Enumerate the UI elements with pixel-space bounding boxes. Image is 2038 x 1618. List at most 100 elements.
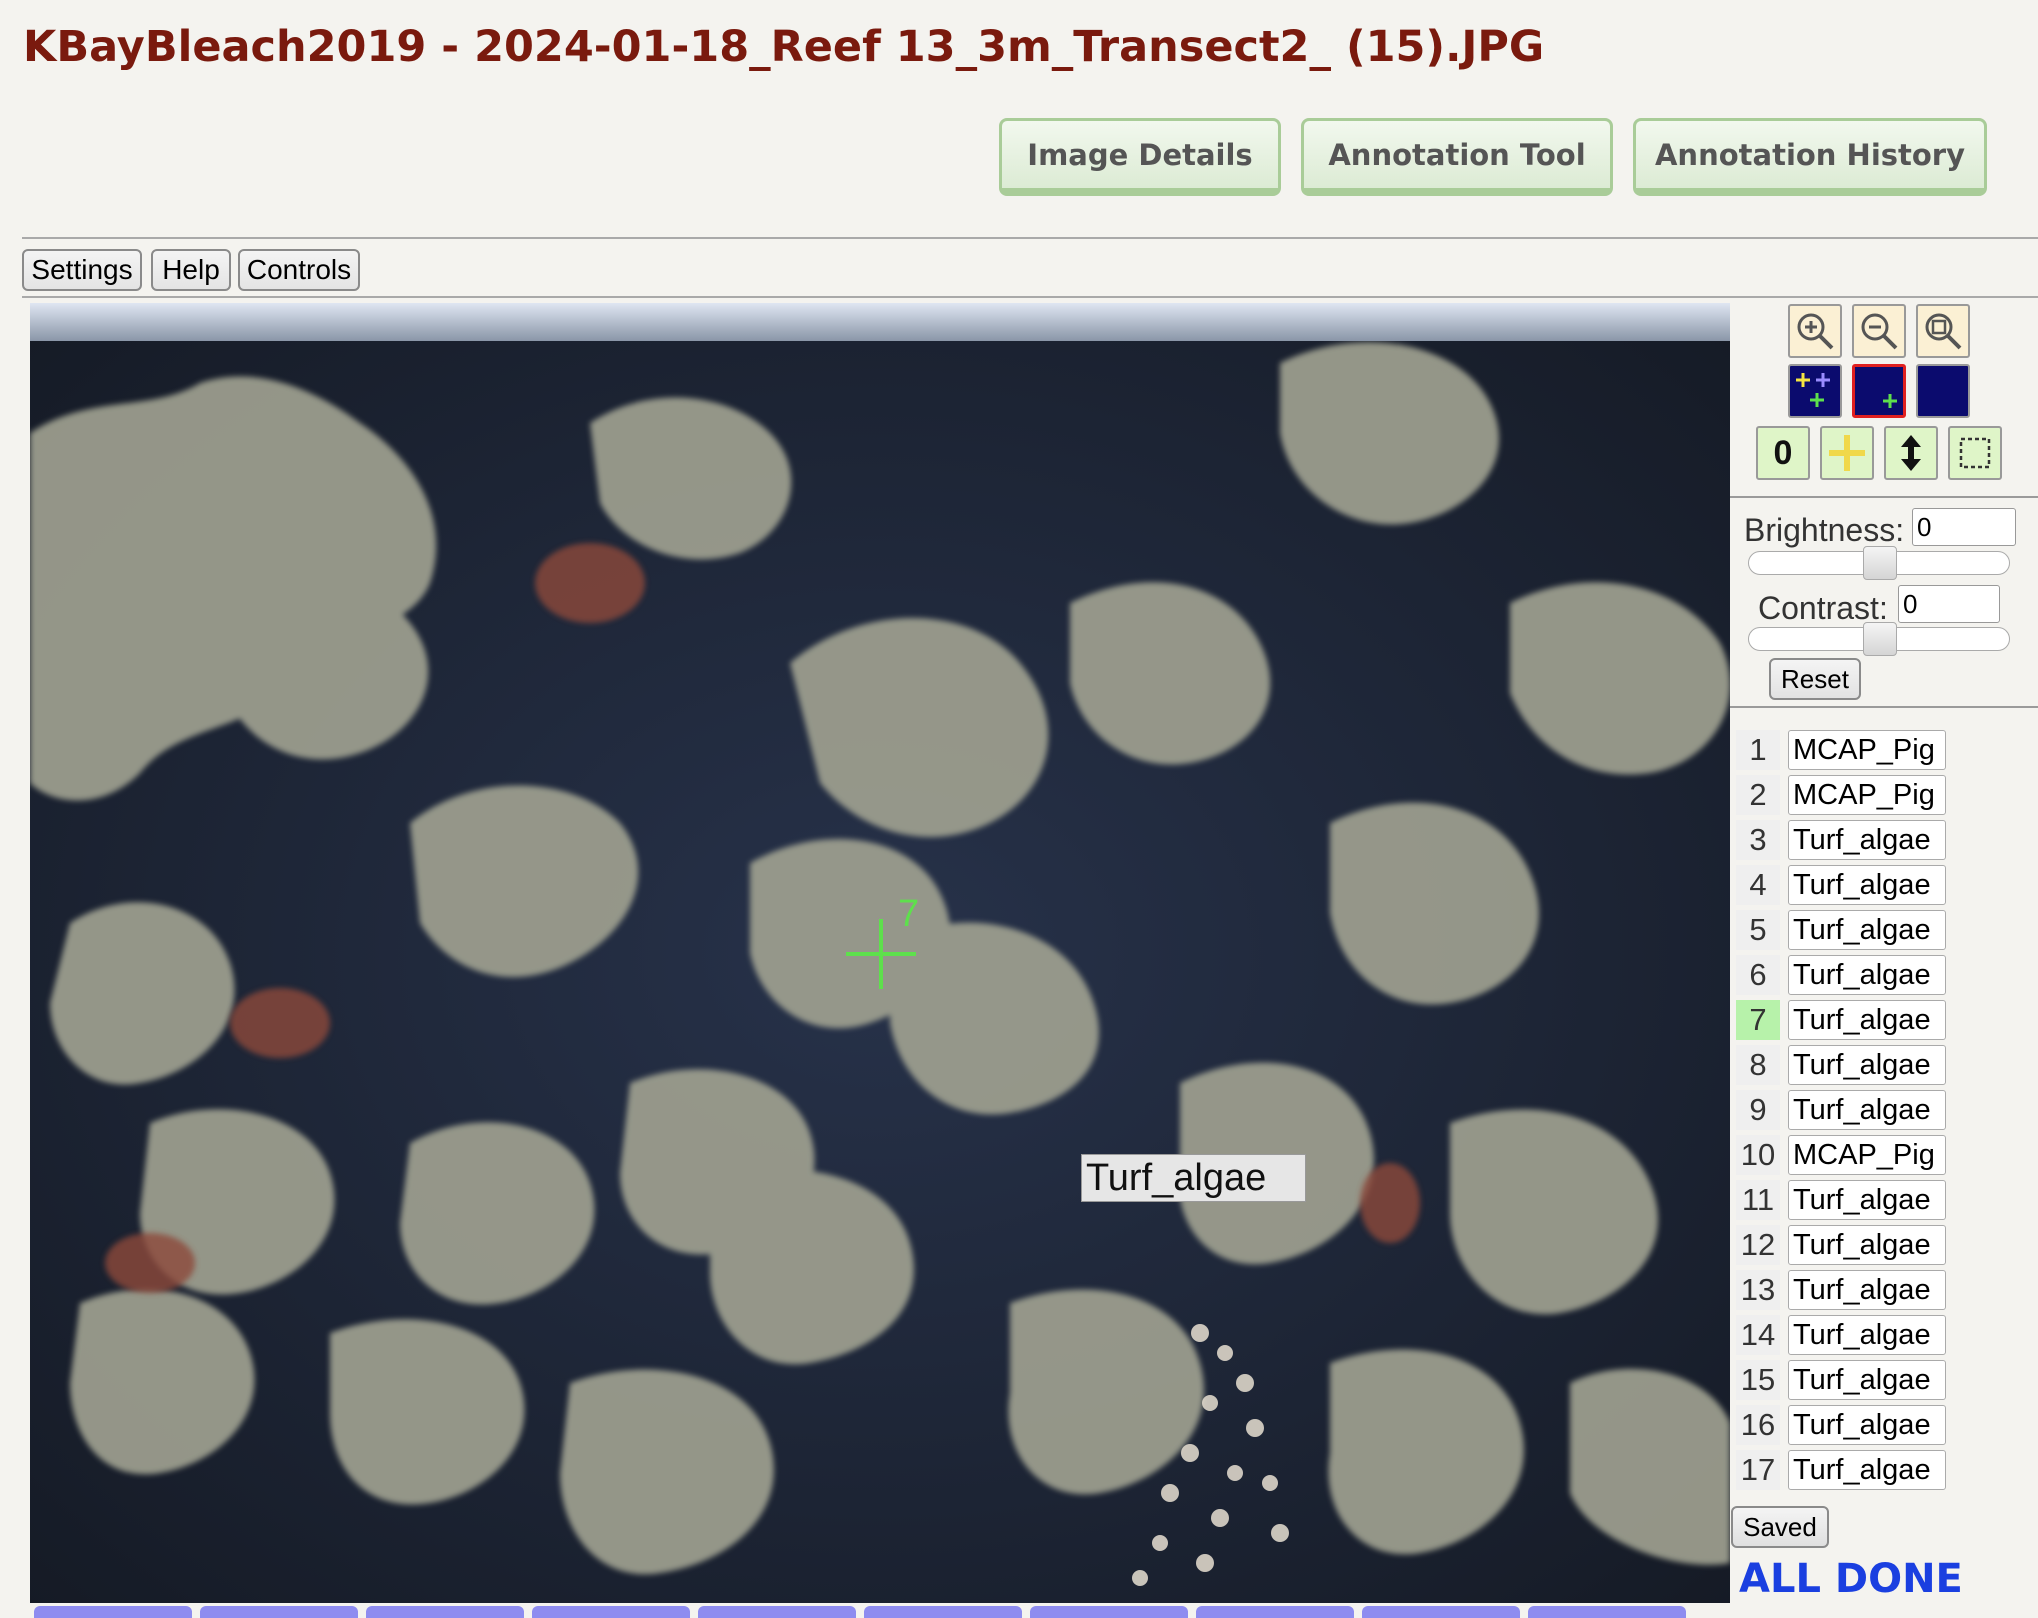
annotation-label-field[interactable]: MCAP_Pig: [1788, 775, 1946, 815]
contrast-slider-handle[interactable]: [1863, 622, 1897, 656]
annotation-number[interactable]: 7: [1736, 1000, 1780, 1040]
annotation-number[interactable]: 15: [1736, 1360, 1780, 1400]
annotation-number[interactable]: 10: [1736, 1135, 1780, 1175]
brightness-label: Brightness:: [1744, 512, 1905, 548]
annotation-row[interactable]: 9 Turf_algae: [1734, 1088, 1954, 1133]
annotation-row[interactable]: 1 MCAP_Pig: [1734, 728, 1954, 773]
annotation-row[interactable]: 8 Turf_algae: [1734, 1043, 1954, 1088]
annotation-label-field[interactable]: Turf_algae: [1788, 820, 1946, 860]
annotation-row[interactable]: 5 Turf_algae: [1734, 908, 1954, 953]
annotation-row[interactable]: 2 MCAP_Pig: [1734, 773, 1954, 818]
point-mode-none-button[interactable]: [1916, 364, 1970, 418]
annotation-list[interactable]: 1 MCAP_Pig 2 MCAP_Pig 3 Turf_algae 4 Turf_algae…: [1734, 728, 1954, 1508]
annotation-number[interactable]: 4: [1736, 865, 1780, 905]
thumbnail[interactable]: [1362, 1606, 1520, 1618]
annotation-row[interactable]: 16 Turf_algae: [1734, 1403, 1954, 1448]
point-mode-selected-button[interactable]: [1852, 364, 1906, 418]
annotation-number[interactable]: 17: [1736, 1450, 1780, 1490]
annotation-label-field[interactable]: MCAP_Pig: [1788, 730, 1946, 770]
brightness-slider-handle[interactable]: [1863, 546, 1897, 580]
annotation-number[interactable]: 2: [1736, 775, 1780, 815]
annotation-row[interactable]: 3 Turf_algae: [1734, 818, 1954, 863]
thumbnail[interactable]: [200, 1606, 358, 1618]
adjust-divider: [1730, 706, 2038, 708]
annotation-row[interactable]: 17 Turf_algae: [1734, 1448, 1954, 1493]
point-mode-all-button[interactable]: [1788, 364, 1842, 418]
saved-button[interactable]: Saved: [1731, 1506, 1829, 1548]
header-divider: [22, 237, 2038, 239]
zoom-out-button[interactable]: [1852, 304, 1906, 358]
annotation-row[interactable]: 6 Turf_algae: [1734, 953, 1954, 998]
annotation-label-field[interactable]: Turf_algae: [1788, 1090, 1946, 1130]
tools-divider: [1730, 496, 2038, 498]
thumbnail[interactable]: [864, 1606, 1022, 1618]
annotation-number[interactable]: 14: [1736, 1315, 1780, 1355]
annotation-label-field[interactable]: Turf_algae: [1788, 1315, 1946, 1355]
tab-annotation-tool[interactable]: Annotation Tool: [1301, 118, 1613, 196]
zoom-fit-icon: [1925, 313, 1962, 350]
annotation-number[interactable]: 16: [1736, 1405, 1780, 1445]
annotation-label-field[interactable]: MCAP_Pig: [1788, 1135, 1946, 1175]
thumbnail[interactable]: [1196, 1606, 1354, 1618]
point-mode-all-icon: [1796, 373, 1830, 407]
tab-image-details[interactable]: Image Details: [999, 118, 1281, 196]
brightness-input[interactable]: 0: [1912, 508, 2016, 546]
annotation-label-field[interactable]: Turf_algae: [1788, 1450, 1946, 1490]
annotation-number[interactable]: 11: [1736, 1180, 1780, 1220]
annotation-row[interactable]: 15 Turf_algae: [1734, 1358, 1954, 1403]
thumbnail[interactable]: [1030, 1606, 1188, 1618]
zoom-in-button[interactable]: [1788, 304, 1842, 358]
annotation-label-field[interactable]: Turf_algae: [1788, 1045, 1946, 1085]
controls-button[interactable]: Controls: [238, 249, 360, 291]
annotation-row[interactable]: 4 Turf_algae: [1734, 863, 1954, 908]
page-title: KBayBleach2019 - 2024-01-18_Reef 13_3m_T…: [23, 22, 1545, 72]
brightness-slider[interactable]: [1748, 546, 2010, 580]
annotation-image-canvas[interactable]: 7: [30, 303, 1730, 1603]
annotation-label-field[interactable]: Turf_algae: [1788, 1180, 1946, 1220]
contrast-input[interactable]: 0: [1898, 585, 2000, 623]
point-number: 7: [898, 893, 919, 935]
point-mode-none-icon: [1921, 369, 1965, 413]
point-mode-selected-icon: [1883, 394, 1897, 408]
annotation-row[interactable]: 7 Turf_algae: [1734, 998, 1954, 1043]
thumbnail[interactable]: [34, 1606, 192, 1618]
annotation-row[interactable]: 12 Turf_algae: [1734, 1223, 1954, 1268]
contrast-slider[interactable]: [1748, 622, 2010, 656]
annotation-number[interactable]: 1: [1736, 730, 1780, 770]
annotation-row[interactable]: 13 Turf_algae: [1734, 1268, 1954, 1313]
toolbar-divider: [22, 296, 2038, 298]
housing-edge: [30, 303, 1730, 341]
help-button[interactable]: Help: [151, 249, 231, 291]
thumbnail[interactable]: [532, 1606, 690, 1618]
annotation-label-field[interactable]: Turf_algae: [1788, 1405, 1946, 1445]
annotation-number[interactable]: 6: [1736, 955, 1780, 995]
annotation-number[interactable]: 8: [1736, 1045, 1780, 1085]
tab-annotation-history[interactable]: Annotation History: [1633, 118, 1987, 196]
selection-tool-button[interactable]: [1948, 426, 2002, 480]
annotation-label-field[interactable]: Turf_algae: [1788, 1360, 1946, 1400]
annotation-row[interactable]: 14 Turf_algae: [1734, 1313, 1954, 1358]
zoom-fit-button[interactable]: [1916, 304, 1970, 358]
settings-button[interactable]: Settings: [22, 249, 142, 291]
annotation-number[interactable]: 13: [1736, 1270, 1780, 1310]
toggle-order-button[interactable]: [1884, 426, 1938, 480]
annotation-row[interactable]: 11 Turf_algae: [1734, 1178, 1954, 1223]
annotation-number[interactable]: 9: [1736, 1090, 1780, 1130]
annotation-row[interactable]: 10 MCAP_Pig: [1734, 1133, 1954, 1178]
annotation-label-field[interactable]: Turf_algae: [1788, 1000, 1946, 1040]
thumbnail[interactable]: [1528, 1606, 1686, 1618]
reset-button[interactable]: Reset: [1769, 658, 1861, 700]
annotation-label-field[interactable]: Turf_algae: [1788, 910, 1946, 950]
annotation-label-field[interactable]: Turf_algae: [1788, 865, 1946, 905]
zoom-in-icon: [1797, 313, 1834, 350]
annotation-label-field[interactable]: Turf_algae: [1788, 1270, 1946, 1310]
thumbnail[interactable]: [698, 1606, 856, 1618]
thumbnail[interactable]: [366, 1606, 524, 1618]
point-number-toggle[interactable]: 0: [1756, 426, 1810, 480]
annotation-label-field[interactable]: Turf_algae: [1788, 955, 1946, 995]
annotation-label-field[interactable]: Turf_algae: [1788, 1225, 1946, 1265]
annotation-number[interactable]: 12: [1736, 1225, 1780, 1265]
annotation-number[interactable]: 3: [1736, 820, 1780, 860]
marker-style-button[interactable]: [1820, 426, 1874, 480]
annotation-number[interactable]: 5: [1736, 910, 1780, 950]
